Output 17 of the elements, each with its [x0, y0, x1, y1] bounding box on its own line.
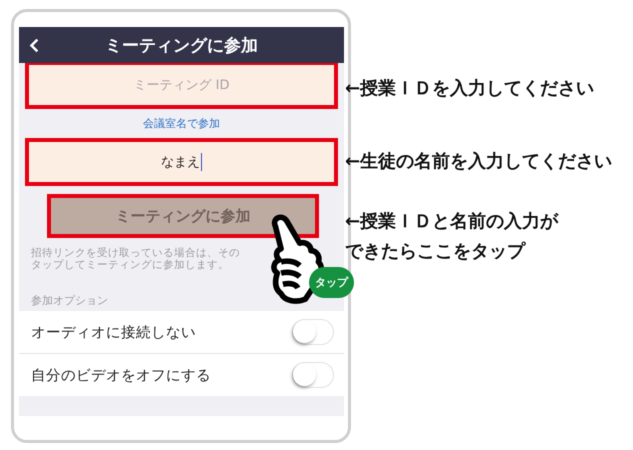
annotation-text: ←授業ＩＤと名前の入力が: [345, 210, 558, 234]
annotation-text: できたらここをタップ: [345, 240, 527, 264]
screen-title: ミーティングに参加: [105, 34, 258, 56]
help-text: タップしてミーティングに参加します。: [31, 259, 230, 271]
toggle-switch[interactable]: [292, 319, 334, 345]
tap-badge: タップ: [309, 267, 354, 298]
name-field[interactable]: なまえ: [27, 140, 336, 184]
meeting-id-field[interactable]: ミーティング ID: [27, 63, 336, 107]
annotation-text: ←授業ＩＤを入力してください: [345, 77, 594, 101]
toggle-switch[interactable]: [292, 362, 334, 388]
back-icon[interactable]: [29, 38, 39, 53]
help-text: 招待リンクを受け取っている場合は、その: [31, 247, 241, 259]
section-heading: 参加オプション: [31, 293, 108, 308]
annotation-text: ←生徒の名前を入力してください: [345, 150, 612, 174]
option-label: オーディオに接続しない: [31, 324, 196, 342]
option-label: 自分のビデオをオフにする: [31, 366, 211, 384]
room-name-link[interactable]: 会議室名で参加: [143, 116, 220, 131]
